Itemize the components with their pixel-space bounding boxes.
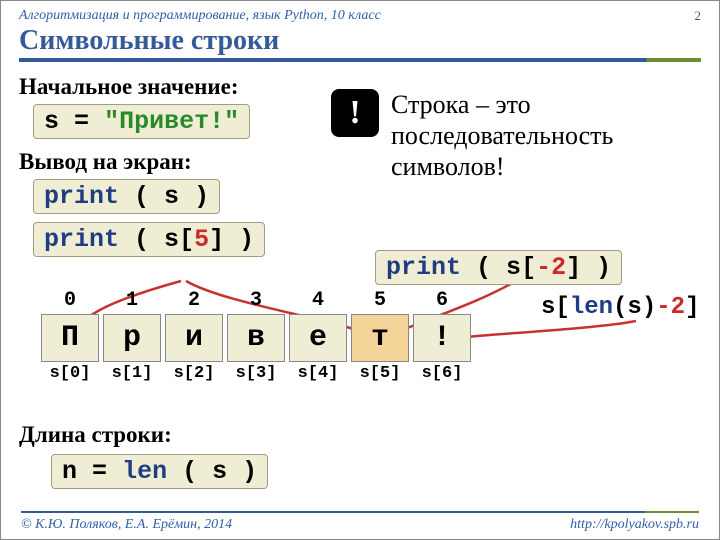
open: ( — [134, 182, 164, 211]
print-s-neg2: print ( s[-2] ) — [375, 250, 622, 285]
string-literal: "Привет!" — [104, 107, 239, 136]
print-s: print ( s ) — [33, 179, 220, 214]
lab: s[5] — [349, 364, 411, 383]
length-label: Длина строки: — [19, 422, 268, 448]
bracket: ] — [685, 294, 699, 321]
lab: s[6] — [411, 364, 473, 383]
idx: 6 — [411, 289, 473, 312]
arg-s: s — [506, 253, 521, 282]
eq: = — [74, 107, 89, 136]
print-kw: print — [44, 225, 119, 254]
cell: р — [103, 314, 161, 362]
var-s: s — [44, 107, 59, 136]
arg-s: s — [164, 182, 179, 211]
bracket: ] — [209, 225, 224, 254]
cell-row: П р и в е т ! — [39, 312, 473, 364]
bracket: [ — [555, 294, 569, 321]
len-args: ( s ) — [182, 457, 257, 486]
open: ( — [134, 225, 164, 254]
slide-frame: Алгоритмизация и программирование, язык … — [0, 0, 720, 540]
idx: 4 — [287, 289, 349, 312]
close: ) — [596, 253, 611, 282]
cell: е — [289, 314, 347, 362]
callout-text: Строка – это последовательность символов… — [391, 89, 701, 183]
cell: П — [41, 314, 99, 362]
cell: в — [227, 314, 285, 362]
len-kw: len — [122, 457, 167, 486]
index-neg2: -2 — [536, 253, 566, 282]
definition-callout: ! Строка – это последовательность символ… — [331, 89, 701, 183]
index-5: 5 — [194, 225, 209, 254]
copyright: © К.Ю. Поляков, Е.А. Ерёмин, 2014 — [21, 517, 232, 533]
idx: 2 — [163, 289, 225, 312]
idx: 3 — [225, 289, 287, 312]
bracket: [ — [521, 253, 536, 282]
close: ) — [194, 182, 209, 211]
initial-code: s = "Привет!" — [33, 104, 250, 139]
footer-url: http://kpolyakov.spb.ru — [570, 517, 699, 533]
index-row: 0 1 2 3 4 5 6 — [39, 289, 473, 312]
length-code: n = len ( s ) — [51, 454, 268, 489]
eq: = — [92, 457, 107, 486]
idx: 5 — [349, 289, 411, 312]
exclamation-icon: ! — [331, 89, 379, 137]
lab: s[3] — [225, 364, 287, 383]
subject-line: Алгоритмизация и программирование, язык … — [19, 8, 381, 24]
idx: 1 — [101, 289, 163, 312]
s: s — [541, 294, 555, 321]
bracket: [ — [179, 225, 194, 254]
close: ) — [239, 225, 254, 254]
idx: 0 — [39, 289, 101, 312]
lab: s[2] — [163, 364, 225, 383]
header-bar: Алгоритмизация и программирование, язык … — [19, 7, 701, 24]
print-kw: print — [44, 182, 119, 211]
footer: © К.Ю. Поляков, Е.А. Ерёмин, 2014 http:/… — [1, 517, 719, 533]
arg-s: s — [164, 225, 179, 254]
char-table: 0 1 2 3 4 5 6 П р и в е т ! s[0] s[1] s[… — [39, 289, 473, 383]
cell-highlight: т — [351, 314, 409, 362]
title-block: Символьные строки — [19, 25, 701, 62]
cell: и — [165, 314, 223, 362]
label-row: s[0] s[1] s[2] s[3] s[4] s[5] s[6] — [39, 364, 473, 383]
lab: s[1] — [101, 364, 163, 383]
lab: s[0] — [39, 364, 101, 383]
footer-rule — [21, 511, 699, 513]
args: (s) — [613, 294, 656, 321]
page-number: 2 — [695, 8, 702, 24]
lab: s[4] — [287, 364, 349, 383]
print-s5: print ( s[5] ) — [33, 222, 265, 257]
open: ( — [476, 253, 506, 282]
length-section: Длина строки: n = len ( s ) — [19, 416, 268, 491]
title-rule — [19, 58, 701, 62]
n: n — [62, 457, 77, 486]
print-kw: print — [386, 253, 461, 282]
minus2: -2 — [656, 294, 685, 321]
len-kw: len — [570, 294, 613, 321]
cell: ! — [413, 314, 471, 362]
bracket: ] — [566, 253, 581, 282]
len-index-expr: s[len(s)-2] — [541, 294, 699, 321]
slide-title: Символьные строки — [19, 25, 701, 58]
